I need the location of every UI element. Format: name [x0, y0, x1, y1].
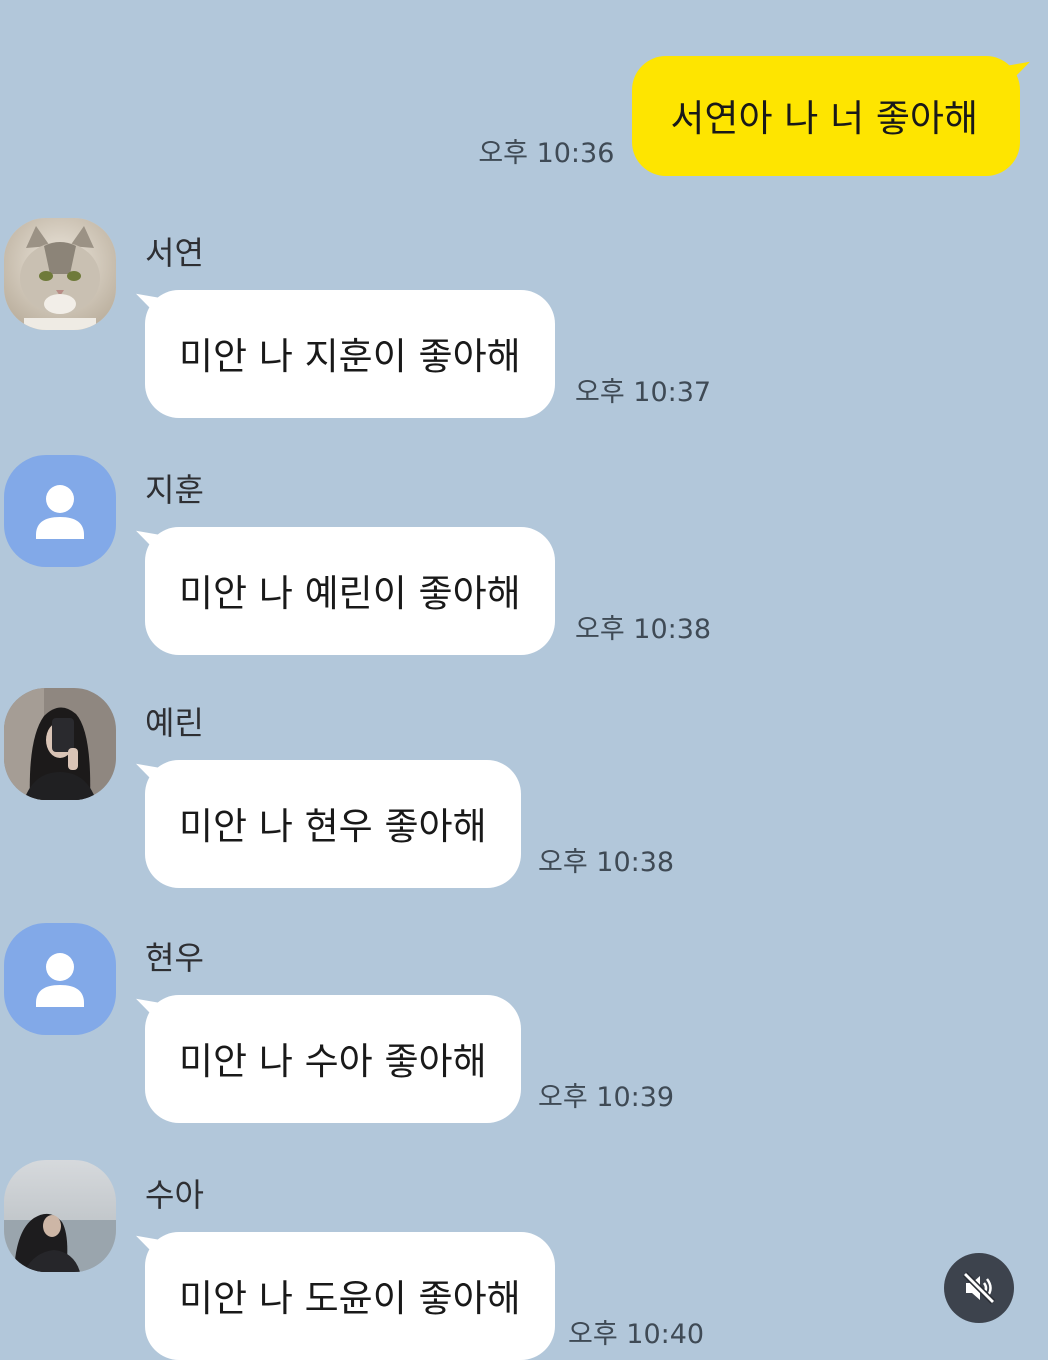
sender-name: 수아: [145, 1176, 204, 1214]
message-time: 오후 10:39: [538, 1082, 675, 1113]
incoming-bubble[interactable]: 미안 나 예린이 좋아해: [145, 527, 555, 655]
mute-button[interactable]: [944, 1253, 1014, 1323]
avatar-selfie[interactable]: [4, 688, 116, 800]
default-person-icon: [36, 485, 84, 539]
message-time: 오후 10:37: [575, 377, 712, 408]
sender-name: 현우: [145, 939, 204, 977]
incoming-bubble[interactable]: 미안 나 지훈이 좋아해: [145, 290, 555, 418]
avatar-seaside[interactable]: [4, 1160, 116, 1272]
incoming-bubble[interactable]: 미안 나 수아 좋아해: [145, 995, 521, 1123]
chat-room: 오후 10:36 서연아 나 너 좋아해 서연 미안 나 지훈이 좋아해 오후 …: [0, 0, 1048, 1360]
avatar-default[interactable]: [4, 455, 116, 567]
sender-name: 지훈: [145, 471, 204, 509]
message-time: 오후 10:36: [478, 138, 615, 169]
outgoing-bubble[interactable]: 서연아 나 너 좋아해: [632, 56, 1020, 176]
sender-name: 예린: [145, 704, 204, 742]
avatar-cat[interactable]: [4, 218, 116, 330]
incoming-bubble[interactable]: 미안 나 현우 좋아해: [145, 760, 521, 888]
incoming-bubble[interactable]: 미안 나 도윤이 좋아해: [145, 1232, 555, 1360]
avatar-default[interactable]: [4, 923, 116, 1035]
outgoing-message: 오후 10:36 서연아 나 너 좋아해: [478, 56, 1020, 176]
speaker-muted-icon: [962, 1271, 996, 1305]
sender-name: 서연: [145, 234, 204, 272]
default-person-icon: [36, 953, 84, 1007]
seaside-photo-icon: [4, 1160, 116, 1272]
cat-photo-icon: [4, 218, 116, 330]
message-time: 오후 10:40: [568, 1319, 705, 1350]
message-time: 오후 10:38: [538, 847, 675, 878]
message-time: 오후 10:38: [575, 614, 712, 645]
selfie-photo-icon: [4, 688, 116, 800]
